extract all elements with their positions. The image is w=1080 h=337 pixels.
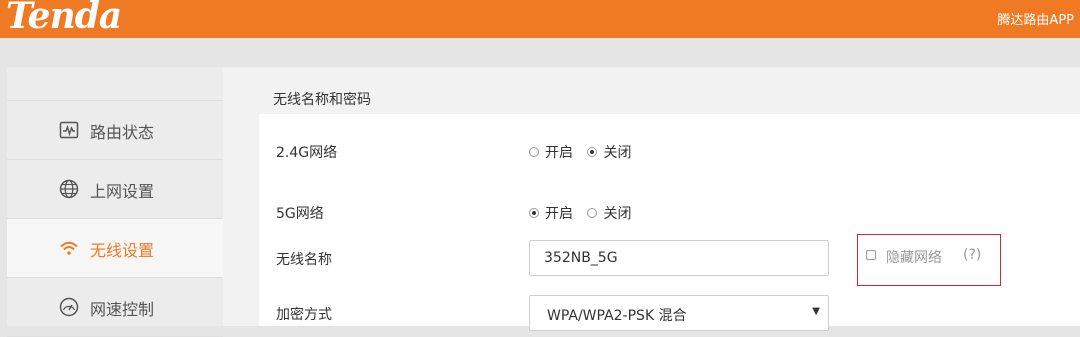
band24-label: 2.4G网络 bbox=[276, 145, 338, 161]
band5-off-radio[interactable]: 关闭 bbox=[587, 203, 641, 223]
globe-icon bbox=[59, 179, 79, 199]
ssid-input[interactable] bbox=[529, 240, 829, 276]
band5-radio-group: 开启 关闭 bbox=[529, 203, 641, 223]
radio-circle-selected bbox=[587, 147, 598, 157]
band5-label: 5G网络 bbox=[276, 206, 324, 222]
ssid-label: 无线名称 bbox=[276, 252, 332, 268]
encryption-label: 加密方式 bbox=[276, 307, 332, 323]
sidebar-item-label: 路由状态 bbox=[90, 123, 155, 142]
sidebar-item-label: 网速控制 bbox=[90, 300, 155, 319]
tenda-logo: Tenda bbox=[6, 0, 122, 37]
sidebar-item-internet-settings[interactable]: 上网设置 bbox=[7, 160, 223, 219]
sidebar-item-label: 上网设置 bbox=[90, 182, 155, 201]
sidebar-nav: 路由状态 上网设置 无线设置 网速控制 bbox=[7, 67, 223, 337]
encryption-selected-value: WPA/WPA2-PSK 混合 bbox=[547, 308, 687, 324]
main-panel: 无线名称和密码 2.4G网络 开启 关闭 5G网络 开启 关闭 无线名称 隐藏网… bbox=[223, 67, 1080, 331]
sidebar-item-router-status[interactable]: 路由状态 bbox=[7, 101, 223, 160]
top-header: Tenda 腾达路由APP bbox=[0, 0, 1080, 38]
radio-circle-selected bbox=[529, 208, 539, 218]
hide-network-help-link[interactable]: (?) bbox=[963, 247, 981, 263]
radio-circle bbox=[529, 147, 539, 157]
radio-circle bbox=[587, 208, 598, 218]
app-download-link[interactable]: 腾达路由APP bbox=[997, 9, 1074, 28]
wireless-form: 2.4G网络 开启 关闭 5G网络 开启 关闭 无线名称 隐藏网络 (?) 加密… bbox=[259, 114, 1080, 331]
hide-network-highlight-box: 隐藏网络 (?) bbox=[857, 234, 1001, 286]
speedometer-icon bbox=[59, 297, 79, 317]
sidebar-item-speed-control[interactable]: 网速控制 bbox=[7, 278, 223, 337]
dropdown-arrow-icon: ▼ bbox=[812, 306, 820, 317]
hide-network-checkbox[interactable] bbox=[866, 250, 876, 260]
wifi-icon bbox=[59, 238, 79, 258]
hide-network-label: 隐藏网络 bbox=[886, 250, 942, 266]
sidebar-item-label: 无线设置 bbox=[90, 241, 155, 260]
sidebar-item-wireless-settings[interactable]: 无线设置 bbox=[7, 219, 223, 278]
section-title: 无线名称和密码 bbox=[273, 92, 371, 108]
band24-radio-group: 开启 关闭 bbox=[529, 142, 641, 162]
pulse-monitor-icon bbox=[59, 120, 79, 140]
band24-off-radio[interactable]: 关闭 bbox=[587, 142, 641, 162]
band24-on-radio[interactable]: 开启 bbox=[529, 142, 583, 162]
sidebar-spacer bbox=[7, 67, 223, 101]
band5-on-radio[interactable]: 开启 bbox=[529, 203, 583, 223]
